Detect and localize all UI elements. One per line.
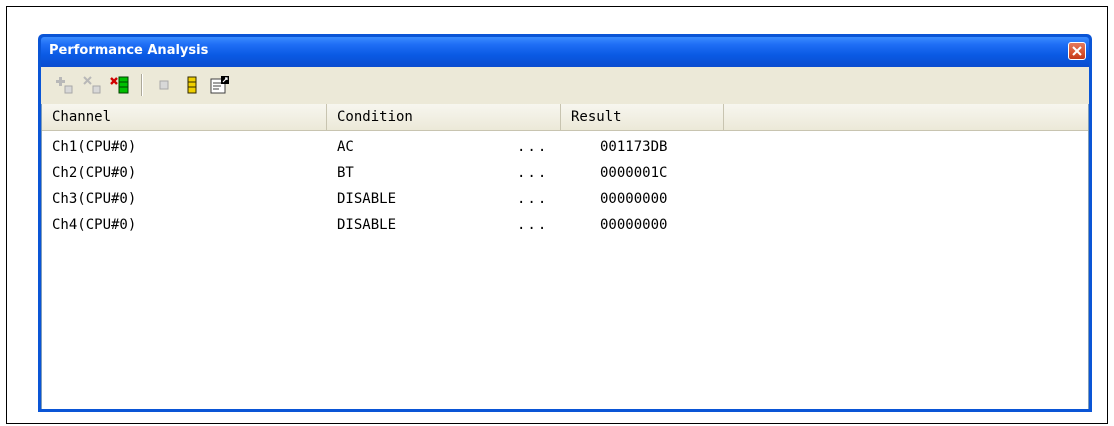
table-row[interactable]: Ch1(CPU#0) AC ... 001173DB (42, 137, 1088, 161)
condition-edit-button[interactable]: ... (517, 139, 548, 155)
table-row[interactable]: Ch3(CPU#0) DISABLE ... 00000000 (42, 189, 1088, 213)
reset-gray-icon (159, 80, 169, 90)
remove-channel-button[interactable] (81, 74, 103, 96)
condition-edit-button[interactable]: ... (517, 191, 548, 207)
titlebar[interactable]: Performance Analysis (41, 37, 1089, 67)
toolbar (41, 67, 1089, 105)
condition-edit-button[interactable]: ... (517, 165, 548, 181)
column-header-channel[interactable]: Channel (42, 104, 327, 130)
channel-cell: Ch4(CPU#0) (52, 217, 137, 233)
table-row[interactable]: Ch2(CPU#0) BT ... 0000001C (42, 163, 1088, 187)
properties-button[interactable] (209, 74, 231, 96)
result-cell: 001173DB (600, 139, 668, 155)
channel-cell: Ch3(CPU#0) (52, 191, 137, 207)
condition-cell: DISABLE (337, 191, 397, 207)
condition-cell: DISABLE (337, 217, 397, 233)
result-cell: 0000001C (600, 165, 668, 181)
toolbar-separator (141, 74, 143, 96)
document-frame: Performance Analysis Channel Condition R… (6, 6, 1108, 424)
table-header: Channel Condition Result (42, 104, 1088, 131)
condition-cell: AC (337, 139, 354, 155)
result-cell: 00000000 (600, 191, 668, 207)
result-cell: 00000000 (600, 217, 668, 233)
add-channel-button[interactable] (53, 74, 75, 96)
remove-gray-icon (83, 76, 101, 94)
channel-list: Channel Condition Result Ch1(CPU#0) AC .… (41, 104, 1089, 409)
close-button[interactable] (1068, 42, 1086, 60)
channel-cell: Ch2(CPU#0) (52, 165, 137, 181)
window-title: Performance Analysis (49, 43, 209, 58)
table-row[interactable]: Ch4(CPU#0) DISABLE ... 00000000 (42, 215, 1088, 239)
reset-button[interactable] (153, 74, 175, 96)
performance-analysis-window: Performance Analysis Channel Condition R… (38, 34, 1092, 412)
reset-all-yellow-icon (187, 76, 197, 94)
remove-all-button[interactable] (109, 74, 131, 96)
reset-all-button[interactable] (181, 74, 203, 96)
remove-all-red-x-icon (110, 76, 129, 94)
condition-cell: BT (337, 165, 354, 181)
channel-cell: Ch1(CPU#0) (52, 139, 137, 155)
properties-icon (210, 76, 229, 94)
condition-edit-button[interactable]: ... (517, 217, 548, 233)
column-header-condition[interactable]: Condition (327, 104, 561, 130)
column-header-result[interactable]: Result (561, 104, 724, 130)
column-header-filler (724, 104, 1088, 130)
close-icon (1072, 46, 1082, 56)
add-gray-icon (56, 77, 73, 94)
